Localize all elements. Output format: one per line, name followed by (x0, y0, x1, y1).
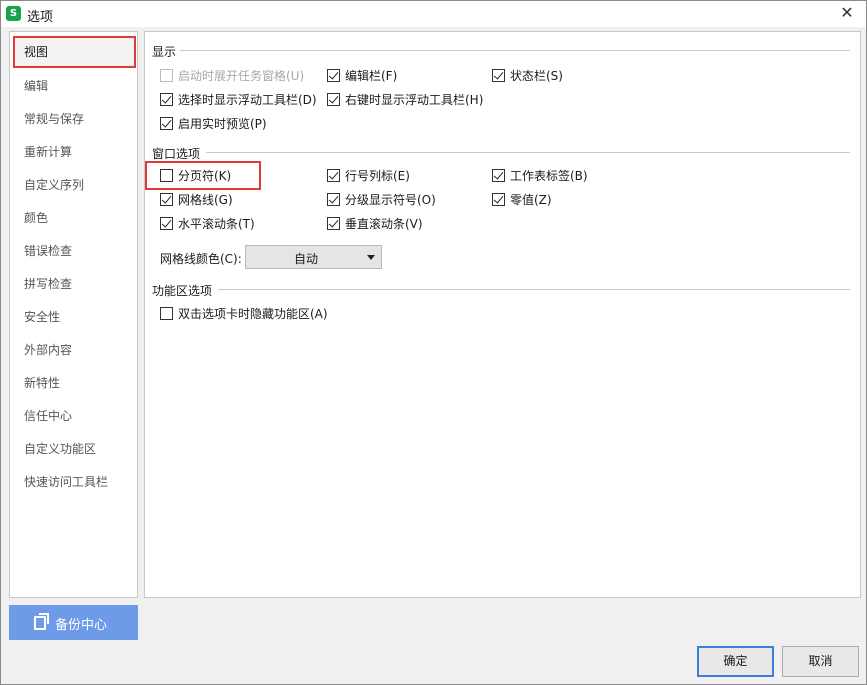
backup-center-label: 备份中心 (55, 618, 108, 633)
sidebar-item-custom-lists[interactable]: 自定义序列 (13, 169, 136, 201)
wps-spreadsheet-icon: S (6, 6, 21, 21)
option-label: 启动时展开任务窗格(U) (178, 69, 305, 83)
gridline-color-value: 自动 (293, 252, 318, 266)
section-divider (218, 289, 850, 290)
option-label: 水平滚动条(T) (178, 217, 255, 231)
options-sidebar: 视图 编辑 常规与保存 重新计算 自定义序列 颜色 错误检查 拼写检查 安全性 … (9, 31, 138, 598)
option-label: 分页符(K) (178, 169, 232, 183)
sidebar-item-quick-access-toolbar[interactable]: 快速访问工具栏 (13, 466, 136, 498)
ok-button[interactable]: 确定 (697, 646, 774, 677)
checkbox[interactable] (160, 69, 173, 82)
checkbox[interactable] (327, 69, 340, 82)
option-label: 双击选项卡时隐藏功能区(A) (178, 307, 328, 321)
section-divider (206, 152, 850, 153)
close-icon[interactable]: ✕ (836, 2, 858, 24)
checkbox[interactable] (160, 169, 173, 182)
gridline-color-select[interactable]: 自动 (245, 245, 382, 269)
checkbox[interactable] (160, 193, 173, 206)
checkbox[interactable] (160, 93, 173, 106)
sidebar-item-spell-check[interactable]: 拼写检查 (13, 268, 136, 300)
sidebar-item-color[interactable]: 颜色 (13, 202, 136, 234)
cancel-button[interactable]: 取消 (782, 646, 859, 677)
option-label: 网格线(G) (178, 193, 233, 207)
checkbox[interactable] (327, 217, 340, 230)
sidebar-item-external-content[interactable]: 外部内容 (13, 334, 136, 366)
section-title-ribbon-options: 功能区选项 (152, 284, 213, 298)
sidebar-item-general-save[interactable]: 常规与保存 (13, 103, 136, 135)
sidebar-item-view[interactable]: 视图 (13, 36, 136, 68)
checkbox[interactable] (492, 169, 505, 182)
option-label: 垂直滚动条(V) (345, 217, 423, 231)
option-label: 分级显示符号(O) (345, 193, 436, 207)
backup-center-button[interactable]: 备份中心 (9, 605, 138, 640)
section-title-display: 显示 (152, 45, 177, 59)
sidebar-item-recalculate[interactable]: 重新计算 (13, 136, 136, 168)
sidebar-item-security[interactable]: 安全性 (13, 301, 136, 333)
option-label: 零值(Z) (510, 193, 552, 207)
sidebar-item-new-features[interactable]: 新特性 (13, 367, 136, 399)
checkbox[interactable] (160, 307, 173, 320)
chevron-down-icon (367, 255, 375, 260)
sidebar-item-trust-center[interactable]: 信任中心 (13, 400, 136, 432)
option-label: 状态栏(S) (510, 69, 563, 83)
checkbox[interactable] (327, 93, 340, 106)
checkbox[interactable] (160, 117, 173, 130)
dialog-title: 选项 (27, 10, 54, 25)
option-label: 行号列标(E) (345, 169, 410, 183)
checkbox[interactable] (327, 169, 340, 182)
sidebar-item-customize-ribbon[interactable]: 自定义功能区 (13, 433, 136, 465)
gridline-color-label: 网格线颜色(C): (160, 252, 242, 266)
checkbox[interactable] (160, 217, 173, 230)
checkbox[interactable] (492, 193, 505, 206)
option-label: 启用实时预览(P) (178, 117, 267, 131)
option-label: 右键时显示浮动工具栏(H) (345, 93, 484, 107)
option-label: 工作表标签(B) (510, 169, 588, 183)
title-bar: S 选项 ✕ (1, 1, 866, 27)
section-divider (180, 50, 850, 51)
sidebar-item-error-check[interactable]: 错误检查 (13, 235, 136, 267)
option-label: 选择时显示浮动工具栏(D) (178, 93, 317, 107)
option-label: 编辑栏(F) (345, 69, 398, 83)
backup-icon (34, 613, 49, 630)
checkbox[interactable] (327, 193, 340, 206)
checkbox[interactable] (492, 69, 505, 82)
options-dialog: S 选项 ✕ 视图 编辑 常规与保存 重新计算 自定义序列 颜色 错误检查 拼写… (0, 0, 867, 685)
view-options-panel: 显示 启动时展开任务窗格(U) 编辑栏(F) 状态栏(S) 选择时显示浮动工具栏… (144, 31, 861, 598)
sidebar-item-edit[interactable]: 编辑 (13, 70, 136, 102)
section-title-window-options: 窗口选项 (152, 147, 201, 161)
